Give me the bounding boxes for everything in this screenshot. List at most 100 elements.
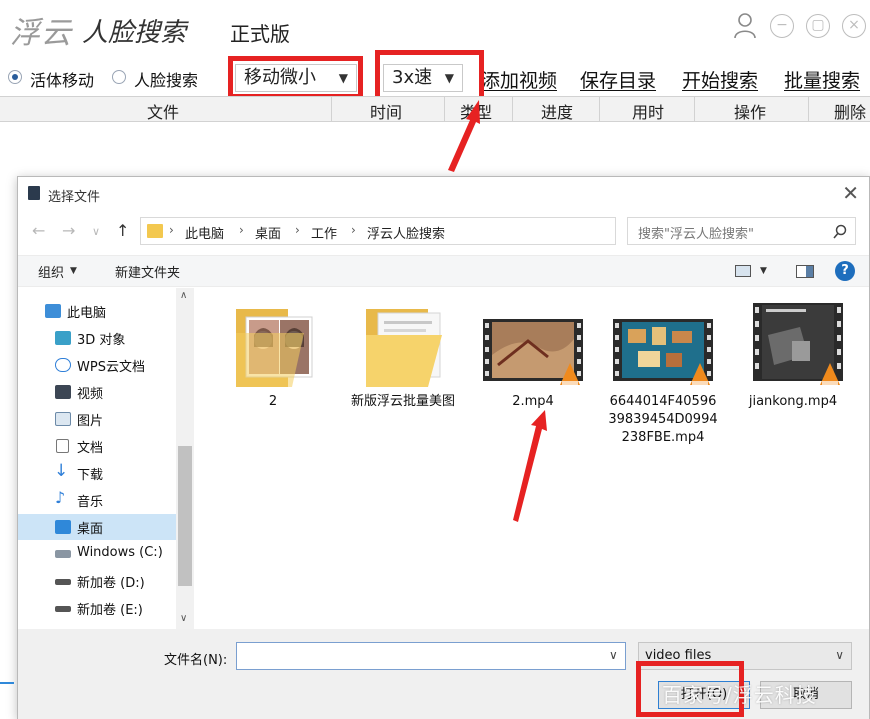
minimize-icon[interactable]: − — [770, 14, 794, 38]
help-icon[interactable]: ? — [835, 261, 855, 281]
chevron-down-icon: ▼ — [338, 71, 348, 85]
up-arrow-icon[interactable]: ↑ — [116, 221, 129, 240]
computer-icon — [45, 304, 61, 318]
chevron-down-icon[interactable]: ∨ — [609, 648, 618, 662]
speed-value: 3x速 — [392, 67, 433, 88]
app-logo-text: 人脸搜索 — [82, 18, 187, 48]
column-file: 文件 — [147, 103, 180, 122]
forward-arrow-icon[interactable]: → — [62, 221, 75, 240]
file-item-jiankong-mp4[interactable]: jiankong.mp4 — [738, 295, 848, 409]
file-list: 2 新版浮云批量美图 2.mp4 6644014F4059639839454D0… — [208, 289, 868, 629]
video-file-icon — [613, 319, 713, 385]
screen: 浮云 人脸搜索 正式版 − ▢ × 活体移动 人脸搜索 移动微小 ▼ 3x速 ▼… — [0, 0, 870, 719]
folder-icon — [366, 309, 442, 387]
file-item-hash-mp4[interactable]: 6644014F4059639839454D0994238FBE.mp4 — [608, 295, 718, 445]
scroll-up-icon[interactable]: ∧ — [180, 290, 187, 301]
column-delete: 删除 — [834, 103, 867, 122]
file-name: 2.mp4 — [512, 394, 554, 409]
watermark: 百家号/浮云科技 — [662, 683, 817, 707]
organize-menu[interactable]: 组织 — [38, 262, 64, 281]
document-icon — [56, 439, 69, 453]
nav-item-drive-e[interactable]: 新加卷 (E:) — [18, 595, 176, 621]
file-item-2-mp4[interactable]: 2.mp4 — [478, 295, 588, 409]
chevron-right-icon: › — [239, 223, 244, 237]
preview-pane-icon[interactable] — [796, 265, 814, 278]
search-icon[interactable] — [833, 224, 847, 240]
nav-item-label: WPS云文档 — [77, 360, 145, 375]
folder-photo-icon — [236, 309, 313, 387]
task-table-header: 文件 时间 类型 进度 用时 操作 删除 — [0, 96, 870, 122]
preview-pane-fill — [806, 266, 813, 277]
nav-item-label: 桌面 — [77, 522, 104, 537]
radio-live-motion-label: 活体移动 — [30, 71, 95, 90]
file-type-filter[interactable]: video files ∨ — [638, 642, 852, 670]
breadcrumb-this-pc[interactable]: 此电脑 — [185, 223, 224, 242]
nav-item-music[interactable]: ♪ 音乐 — [18, 487, 176, 513]
column-duration: 用时 — [632, 103, 665, 122]
dialog-title: 选择文件 — [48, 190, 101, 205]
new-folder-button[interactable]: 新建文件夹 — [115, 262, 180, 281]
search-input[interactable]: 搜索"浮云人脸搜索" — [627, 217, 856, 245]
nav-item-drive-c[interactable]: Windows (C:) — [18, 541, 176, 567]
nav-item-drive-d[interactable]: 新加卷 (D:) — [18, 568, 176, 594]
chevron-down-icon: ▼ — [444, 71, 454, 85]
nav-item-this-pc[interactable]: 此电脑 — [18, 298, 176, 324]
breadcrumb-current-folder[interactable]: 浮云人脸搜索 — [367, 223, 445, 242]
file-name: 2 — [268, 394, 278, 409]
nav-item-label: 新加卷 (D:) — [77, 576, 145, 591]
scroll-down-icon[interactable]: ∨ — [180, 613, 187, 624]
chevron-right-icon: › — [295, 223, 300, 237]
batch-search-link[interactable]: 批量搜索 — [784, 66, 860, 93]
nav-item-videos[interactable]: 视频 — [18, 379, 176, 405]
open-file-dialog: 选择文件 ✕ ← → ∨ ↑ › 此电脑 › 桌面 › 工作 › 浮云人脸搜索 … — [17, 176, 870, 719]
nav-item-3d-objects[interactable]: 3D 对象 — [18, 325, 176, 351]
file-name: 新版浮云批量美图 — [350, 394, 455, 409]
command-bar: 组织 ▼ 新建文件夹 ▼ ? — [18, 255, 869, 287]
nav-item-wps-cloud[interactable]: WPS云文档 — [18, 352, 176, 378]
nav-item-pictures[interactable]: 图片 — [18, 406, 176, 432]
folder-icon — [147, 224, 163, 238]
desktop-icon — [55, 520, 71, 534]
nav-item-documents[interactable]: 文档 — [18, 433, 176, 459]
app-logo: 浮云 — [10, 16, 72, 51]
sensitivity-select[interactable]: 移动微小 ▼ — [235, 64, 357, 92]
close-icon[interactable]: × — [842, 14, 866, 38]
nav-scrollbar[interactable]: ∧ ∨ — [176, 288, 194, 629]
recent-locations-icon[interactable]: ∨ — [92, 225, 100, 238]
start-search-link[interactable]: 开始搜索 — [682, 66, 758, 93]
column-time: 时间 — [370, 103, 403, 122]
breadcrumb-desktop[interactable]: 桌面 — [255, 223, 281, 242]
user-icon[interactable] — [733, 12, 757, 40]
back-arrow-icon[interactable]: ← — [32, 221, 45, 240]
nav-item-desktop[interactable]: 桌面 — [18, 514, 176, 540]
column-action: 操作 — [734, 103, 767, 122]
nav-item-label: 3D 对象 — [77, 333, 126, 348]
address-bar[interactable]: › 此电脑 › 桌面 › 工作 › 浮云人脸搜索 ∨ ↻ — [140, 217, 732, 245]
radio-live-motion[interactable] — [8, 70, 22, 84]
chevron-down-icon: ▼ — [70, 266, 77, 276]
column-divider — [808, 97, 809, 122]
breadcrumb-work[interactable]: 工作 — [311, 223, 337, 242]
file-item-folder-batch-beauty[interactable]: 新版浮云批量美图 — [348, 295, 458, 409]
file-item-folder-2[interactable]: 2 — [218, 295, 328, 409]
nav-item-label: 新加卷 (E:) — [77, 603, 143, 618]
view-icon[interactable] — [735, 265, 751, 277]
file-name: 6644014F4059639839454D0994238FBE.mp4 — [608, 394, 718, 445]
add-video-link[interactable]: 添加视频 — [481, 66, 557, 93]
file-name: jiankong.mp4 — [748, 394, 838, 409]
maximize-icon[interactable]: ▢ — [806, 14, 830, 38]
chevron-right-icon: › — [351, 223, 356, 237]
radio-face-search[interactable] — [112, 70, 126, 84]
divider — [0, 682, 14, 684]
save-directory-link[interactable]: 保存目录 — [580, 66, 656, 93]
filename-input[interactable] — [236, 642, 626, 670]
chevron-down-icon[interactable]: ▼ — [760, 266, 767, 276]
close-icon[interactable]: ✕ — [842, 181, 859, 205]
speed-select[interactable]: 3x速 ▼ — [383, 64, 463, 92]
nav-item-label: 音乐 — [77, 495, 104, 510]
column-divider — [694, 97, 695, 122]
nav-item-downloads[interactable]: ↓ 下载 — [18, 460, 176, 486]
nav-item-label: 此电脑 — [67, 306, 107, 321]
scrollbar-thumb[interactable] — [178, 446, 192, 586]
film-icon — [28, 186, 40, 200]
